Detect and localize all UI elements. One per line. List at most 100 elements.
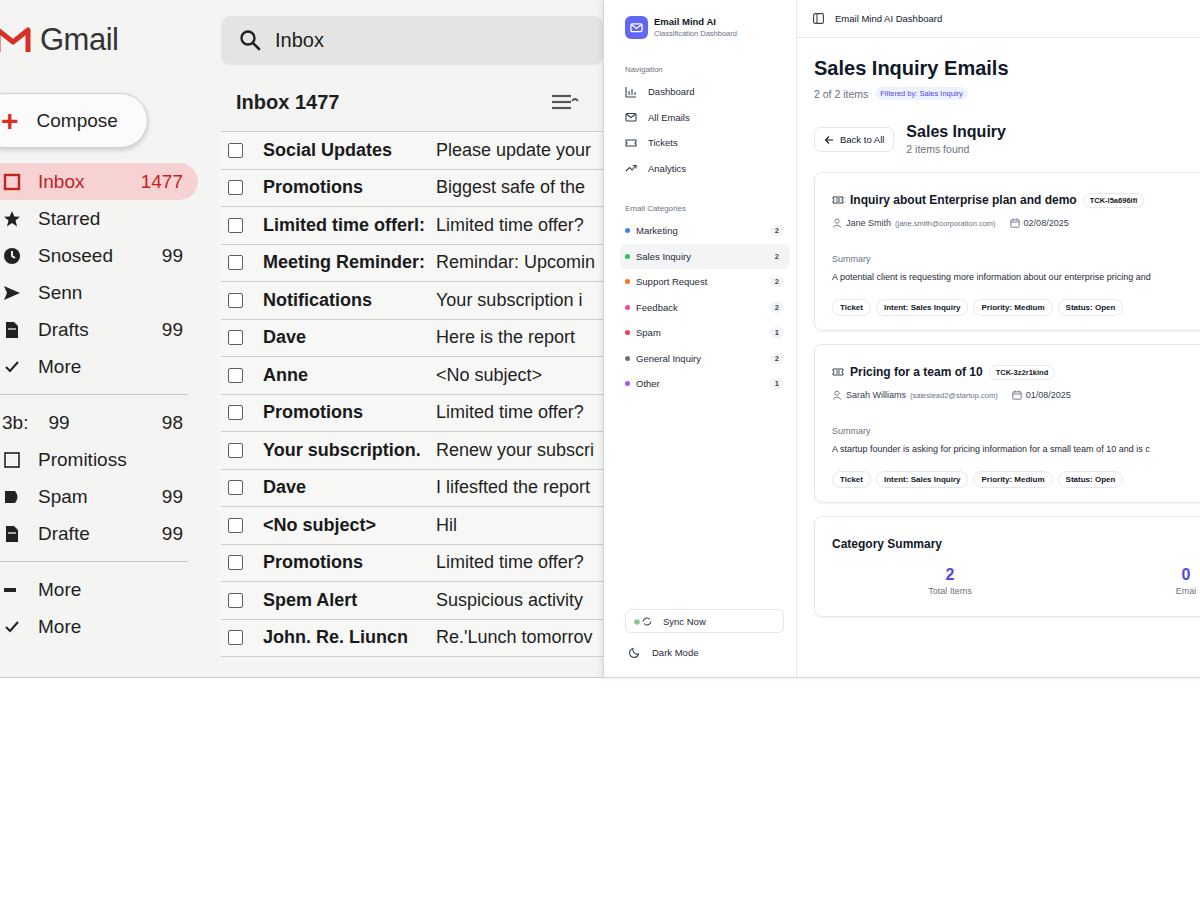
- ticket-id-badge: TCK-l5a696ifi: [1083, 193, 1145, 208]
- message-row[interactable]: PromotionsLimited time offer?: [221, 545, 603, 583]
- sidebar-item[interactable]: Drafts99: [0, 311, 198, 348]
- dark-mode-label: Dark Mode: [652, 647, 698, 658]
- moon-icon: [629, 646, 641, 658]
- message-row[interactable]: NotificationsYour subscription i: [221, 282, 603, 320]
- sidebar-label: Inbox: [38, 171, 84, 193]
- category-item[interactable]: Sales Inquiry2: [620, 244, 790, 270]
- message-row[interactable]: PromotionsBiggest safe of the: [221, 170, 603, 208]
- email-card[interactable]: Pricing for a team of 10TCK-3z2r1kindSar…: [814, 344, 1200, 503]
- sidebar-item[interactable]: 3b:9998: [0, 404, 198, 441]
- message-row[interactable]: DaveHere is the report: [221, 320, 603, 358]
- sidebar-item[interactable]: More: [0, 348, 198, 385]
- message-row[interactable]: Social UpdatesPlease update your: [221, 132, 603, 170]
- gmail-header: Gmail Inbox: [0, 0, 603, 80]
- row-checkbox[interactable]: [228, 180, 243, 195]
- mail-icon: [625, 111, 637, 123]
- compose-label: Compose: [37, 110, 118, 132]
- dashboard-main: Email Mind AI DashboardSales Inquiry Ema…: [797, 0, 1200, 677]
- message-rows: Social UpdatesPlease update yourPromotio…: [221, 131, 603, 657]
- nav-item[interactable]: Analytics: [620, 156, 790, 182]
- nav-item[interactable]: Dashboard: [620, 79, 790, 105]
- category-list: Marketing2Sales Inquiry2Support Request2…: [620, 218, 790, 397]
- gmail-window: Gmail Inbox +Compose Inbox1477StarredSnosee…: [0, 0, 603, 678]
- row-checkbox[interactable]: [228, 555, 243, 570]
- category-item[interactable]: Marketing2: [620, 218, 790, 244]
- sidebar-item[interactable]: Inbox1477: [0, 163, 198, 200]
- row-sender: Your subscription.: [263, 440, 436, 461]
- dashboard-sidebar: Email Mind AIClassification DashboardNav…: [604, 0, 797, 677]
- dark-mode-toggle[interactable]: Dark Mode: [620, 642, 790, 662]
- desktop: Gmail Inbox +Compose Inbox1477StarredSnosee…: [0, 0, 1200, 900]
- category-item[interactable]: Spam1: [620, 320, 790, 346]
- sidebar-label: More: [38, 579, 81, 601]
- row-checkbox[interactable]: [228, 518, 243, 533]
- back-button[interactable]: Back to All: [814, 127, 894, 152]
- row-checkbox[interactable]: [228, 405, 243, 420]
- category-item[interactable]: Other1: [620, 371, 790, 397]
- category-item[interactable]: Support Request2: [620, 269, 790, 295]
- nav-item[interactable]: All Emails: [620, 105, 790, 131]
- row-checkbox[interactable]: [228, 368, 243, 383]
- sidebar-toggle-icon[interactable]: [813, 13, 824, 24]
- message-row[interactable]: Your subscription.Renew your subscri: [221, 432, 603, 470]
- row-sender: Anne: [263, 365, 436, 386]
- compose-button[interactable]: +Compose: [0, 93, 148, 148]
- category-item[interactable]: General Inquiry2: [620, 346, 790, 372]
- message-row[interactable]: Limited time offerl:Limited time offer?: [221, 207, 603, 245]
- sidebar-item[interactable]: Starred: [0, 200, 198, 237]
- message-row[interactable]: DaveI lifesfted the report: [221, 470, 603, 508]
- row-checkbox[interactable]: [228, 218, 243, 233]
- sidebar-label: Drafte: [38, 523, 90, 545]
- sidebar-icon-slot: [2, 209, 22, 229]
- category-dot: [625, 356, 630, 361]
- message-row[interactable]: PromotionsLimited time offer?: [221, 395, 603, 433]
- row-subject: I lifesfted the report: [436, 477, 603, 498]
- ticket-icon: [832, 194, 844, 206]
- message-row[interactable]: John. Re. LiuncnRe.'Lunch tomorrov: [221, 620, 603, 658]
- row-checkbox[interactable]: [228, 255, 243, 270]
- sidebar-item[interactable]: More: [0, 608, 198, 645]
- ticket-id-badge: TCK-3z2r1kind: [989, 365, 1056, 380]
- dash-icon: [3, 581, 21, 599]
- menu-icon[interactable]: [551, 92, 581, 112]
- search-value: Inbox: [275, 29, 324, 52]
- row-checkbox[interactable]: [228, 593, 243, 608]
- message-row[interactable]: Meeting Reminder:Remindar: Upcomin: [221, 245, 603, 283]
- search-box[interactable]: Inbox: [221, 16, 603, 65]
- row-checkbox[interactable]: [228, 480, 243, 495]
- dashboard-window: Email Mind AIClassification DashboardNav…: [603, 0, 1200, 678]
- list-heading: Inbox 1477: [236, 91, 339, 114]
- sidebar-item[interactable]: Promitioss: [0, 441, 198, 478]
- gmail-logo[interactable]: Gmail: [0, 22, 221, 58]
- message-row[interactable]: Anne<No subject>: [221, 357, 603, 395]
- tag: Ticket: [832, 299, 871, 316]
- sidebar-item[interactable]: More: [0, 571, 198, 608]
- message-row[interactable]: Spem AlertSuspicious activity: [221, 582, 603, 620]
- category-summary-card: Category Summary2Total Items0Emai: [814, 516, 1200, 617]
- nav-item[interactable]: Tickets: [620, 130, 790, 156]
- sidebar-item[interactable]: Spam99: [0, 478, 198, 515]
- bar-chart-icon: [625, 86, 637, 98]
- row-checkbox[interactable]: [228, 143, 243, 158]
- tag-list: TicketIntent: Sales InquiryPriority: Med…: [832, 471, 1200, 488]
- sidebar-item[interactable]: Senn: [0, 274, 198, 311]
- row-checkbox[interactable]: [228, 330, 243, 345]
- sidebar-item[interactable]: Snoseed99: [0, 237, 198, 274]
- row-subject: Renew your subscri: [436, 440, 603, 461]
- row-checkbox[interactable]: [228, 443, 243, 458]
- row-checkbox[interactable]: [228, 293, 243, 308]
- sidebar-icon-slot: [2, 357, 22, 377]
- row-checkbox[interactable]: [228, 630, 243, 645]
- category-item[interactable]: Feedback2: [620, 295, 790, 321]
- filter-badge: Filtered by: Sales Inquiry: [875, 87, 968, 100]
- sync-button[interactable]: Sync Now: [625, 609, 784, 633]
- sidebar-item[interactable]: Drafte99: [0, 515, 198, 552]
- sidebar-icon-slot: [2, 524, 22, 544]
- check-icon: [3, 358, 21, 376]
- label-square-icon: [3, 451, 21, 469]
- sidebar-group: More More: [0, 571, 221, 645]
- row-subject: Re.'Lunch tomorrov: [436, 627, 603, 648]
- message-row[interactable]: <No subject>Hil: [221, 507, 603, 545]
- section-header: Back to AllSales Inquiry2 items found: [814, 122, 1200, 157]
- email-card[interactable]: Inquiry about Enterprise plan and demoTC…: [814, 172, 1200, 331]
